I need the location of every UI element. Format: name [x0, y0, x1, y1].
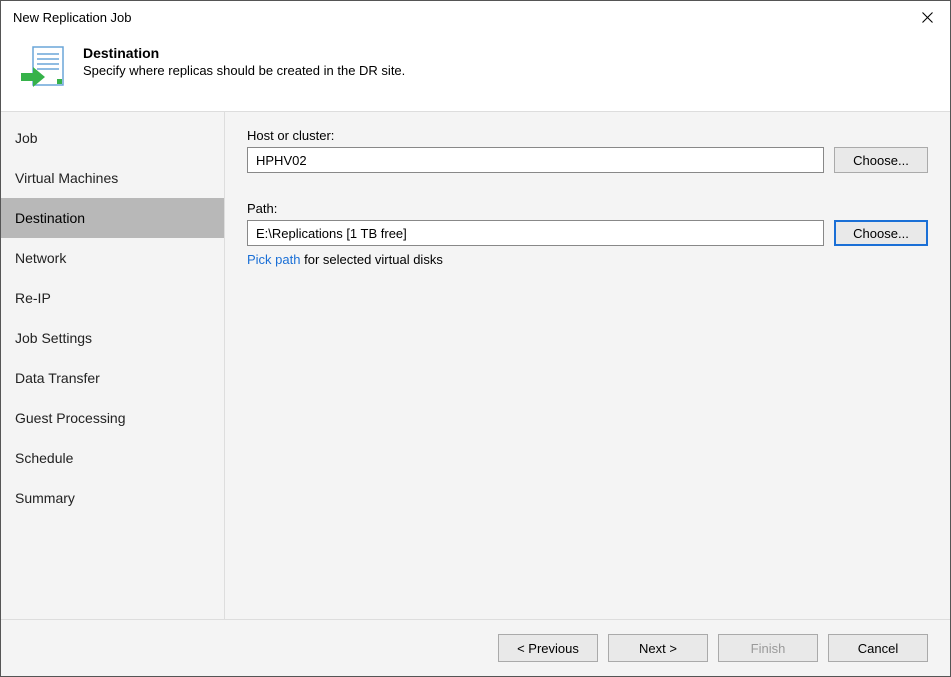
next-button[interactable]: Next >: [608, 634, 708, 662]
pick-path-link[interactable]: Pick path: [247, 252, 300, 267]
close-button[interactable]: [904, 1, 950, 33]
sidebar-item-virtual-machines[interactable]: Virtual Machines: [1, 158, 224, 198]
path-input[interactable]: [247, 220, 824, 246]
sidebar-item-data-transfer[interactable]: Data Transfer: [1, 358, 224, 398]
sidebar-item-destination[interactable]: Destination: [1, 198, 224, 238]
sidebar-item-label: Network: [15, 250, 66, 266]
sidebar-item-re-ip[interactable]: Re-IP: [1, 278, 224, 318]
sidebar-item-label: Summary: [15, 490, 75, 506]
wizard-sidebar: Job Virtual Machines Destination Network…: [1, 112, 225, 619]
sidebar-item-label: Guest Processing: [15, 410, 126, 426]
close-icon: [922, 12, 933, 23]
host-field-group: Host or cluster: Choose...: [247, 128, 928, 173]
sidebar-item-label: Job Settings: [15, 330, 92, 346]
finish-button: Finish: [718, 634, 818, 662]
sidebar-item-job-settings[interactable]: Job Settings: [1, 318, 224, 358]
footer: < Previous Next > Finish Cancel: [1, 619, 950, 676]
window-title: New Replication Job: [13, 10, 132, 25]
sidebar-item-summary[interactable]: Summary: [1, 478, 224, 518]
main-panel: Host or cluster: Choose... Path: Choose.…: [225, 112, 950, 619]
previous-button[interactable]: < Previous: [498, 634, 598, 662]
path-field-group: Path: Choose... Pick path for selected v…: [247, 201, 928, 267]
sidebar-item-label: Data Transfer: [15, 370, 100, 386]
header-description: Specify where replicas should be created…: [83, 63, 405, 78]
pick-path-hint: Pick path for selected virtual disks: [247, 252, 928, 267]
destination-icon: [19, 43, 67, 91]
body: Job Virtual Machines Destination Network…: [1, 111, 950, 619]
path-label: Path:: [247, 201, 928, 216]
sidebar-item-label: Destination: [15, 210, 85, 226]
host-label: Host or cluster:: [247, 128, 928, 143]
dialog-window: New Replication Job Destination Specify …: [0, 0, 951, 677]
sidebar-item-label: Job: [15, 130, 38, 146]
pick-path-suffix: for selected virtual disks: [300, 252, 442, 267]
cancel-button[interactable]: Cancel: [828, 634, 928, 662]
header-text: Destination Specify where replicas shoul…: [83, 43, 405, 78]
host-choose-button[interactable]: Choose...: [834, 147, 928, 173]
header: Destination Specify where replicas shoul…: [1, 33, 950, 111]
sidebar-item-label: Schedule: [15, 450, 73, 466]
titlebar: New Replication Job: [1, 1, 950, 33]
path-choose-button[interactable]: Choose...: [834, 220, 928, 246]
sidebar-item-guest-processing[interactable]: Guest Processing: [1, 398, 224, 438]
sidebar-item-job[interactable]: Job: [1, 118, 224, 158]
sidebar-item-label: Re-IP: [15, 290, 51, 306]
header-title: Destination: [83, 45, 405, 61]
host-input[interactable]: [247, 147, 824, 173]
sidebar-item-network[interactable]: Network: [1, 238, 224, 278]
sidebar-item-label: Virtual Machines: [15, 170, 118, 186]
sidebar-item-schedule[interactable]: Schedule: [1, 438, 224, 478]
